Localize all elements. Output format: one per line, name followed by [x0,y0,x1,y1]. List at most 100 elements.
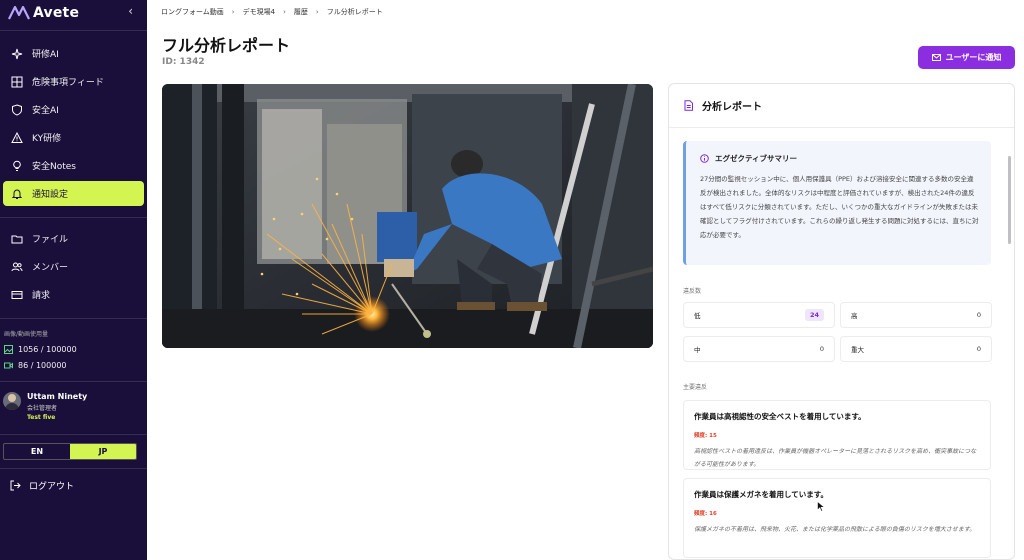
logout-icon [10,480,21,490]
mouse-cursor-icon [817,501,825,512]
sidebar-item-files[interactable]: ファイル [3,226,144,251]
sidebar-item-ky-training[interactable]: KY研修 [3,125,144,150]
folder-icon [11,235,23,243]
sidebar-item-label: 安全Notes [32,162,76,172]
sidebar-item-label: メンバー [32,263,69,273]
shield-icon [12,103,22,116]
nav-secondary: ファイル メンバー 請求 [0,222,147,314]
chevron-right-icon: › [283,8,286,16]
worker-grinding-image [162,84,653,348]
sidebar-item-notification-settings[interactable]: 通知設定 [3,181,144,206]
page-id: ID: 1342 [162,57,205,67]
collapse-sidebar-icon[interactable]: ‹ [128,4,133,18]
brand-name: Avete [33,5,80,21]
analysis-report-panel: 分析レポート エグゼクティブサマリー 27分間の監視セッション中に、個人用保護具… [668,83,1015,560]
main-content: ロングフォーム動画 › デモ現場4 › 履歴 › フル分析レポート フル分析レポ… [147,0,1024,560]
stat-critical: 重大 0 [840,336,992,362]
breadcrumb-item[interactable]: 履歴 [294,7,308,17]
stat-label: 重大 [851,346,864,354]
sidebar-item-members[interactable]: メンバー [3,254,144,279]
violation-description: 保護メガネの不着用は、飛来物、火花、または化学薬品の飛散による眼の負傷のリスクを… [694,526,976,533]
logout-label: ログアウト [29,481,75,492]
violation-frequency: 頻度: 16 [694,511,717,517]
stat-value: 24 [804,309,824,321]
stat-value: 0 [976,311,981,319]
mail-icon [931,54,941,61]
summary-title: エグゼクティブサマリー [715,154,798,163]
stat-value: 0 [976,345,981,353]
notify-users-label: ユーザーに通知 [945,53,1002,62]
user-profile[interactable]: Uttam Ninety 会社管理者 Test five [0,386,147,430]
sidebar-item-label: 請求 [32,291,51,301]
divider [0,318,147,319]
violation-card[interactable]: 作業員は高視認性の安全ベストを着用しています。 頻度: 15 高視認性ベストの着… [683,400,991,470]
divider [0,468,147,469]
sparkle-icon [11,48,23,59]
user-name: Uttam Ninety [27,392,88,401]
sidebar-item-hazard-feed[interactable]: 危険事項フィード [3,69,144,94]
warning-icon [11,131,23,143]
info-icon [700,154,709,163]
brand[interactable]: Avete [0,0,147,26]
grid-icon [11,76,23,87]
image-usage-value: 1056 / 100000 [18,344,77,354]
executive-summary: エグゼクティブサマリー 27分間の監視セッション中に、個人用保護具（PPE）およ… [683,141,991,265]
sidebar-item-label: ファイル [32,235,69,245]
main-violations-label: 主要違反 [683,384,708,391]
sidebar-item-billing[interactable]: 請求 [3,282,144,307]
language-toggle: EN JP [3,443,137,460]
document-icon [684,100,693,111]
divider [0,217,147,218]
users-icon [11,262,23,271]
user-org: Test five [27,414,56,421]
summary-text: 27分間の監視セッション中に、個人用保護具（PPE）および溶接安全に関連する多数… [700,175,979,239]
breadcrumb-item[interactable]: デモ現場4 [243,7,275,17]
sidebar-item-label: 危険事項フィード [32,78,104,88]
stat-low: 低 24 [683,302,835,328]
violation-title: 作業員は高視認性の安全ベストを着用しています。 [694,412,866,421]
sidebar-item-label: KY研修 [32,134,62,144]
sidebar-item-label: 安全AI [32,106,59,116]
summary-title-row: エグゼクティブサマリー [700,153,979,164]
violations-count-label: 違反数 [683,288,702,295]
nav: 研修AI 危険事項フィード 安全AI KY研修 安全Notes 通知設定 [0,35,147,213]
stat-medium: 中 0 [683,336,835,362]
stat-label: 中 [694,346,701,354]
user-role: 会社管理者 [27,405,58,412]
usage-title: 画像/動画使用量 [4,331,49,338]
panel-scrollbar[interactable] [1008,156,1011,244]
logout-button[interactable]: ログアウト [0,475,147,495]
chevron-right-icon: › [315,8,319,16]
sidebar-item-safety-notes[interactable]: 安全Notes [3,153,144,178]
card-icon [11,290,23,299]
violation-title: 作業員は保護メガネを着用しています。 [694,490,829,499]
video-usage: 86 / 100000 [0,357,147,373]
sidebar-item-label: 研修AI [32,50,59,60]
violation-description: 高視認性ベストの着用違反は、作業員が機器オペレーターに見落とされるリスクを高め、… [694,448,977,468]
breadcrumb-item[interactable]: ロングフォーム動画 [161,7,224,17]
divider [0,434,147,435]
notify-users-button[interactable]: ユーザーに通知 [918,46,1015,69]
avatar [3,392,21,410]
image-icon [4,344,13,354]
lightbulb-icon [13,160,21,171]
violation-card[interactable]: 作業員は保護メガネを着用しています。 頻度: 16 保護メガネの不着用は、飛来物… [683,478,991,558]
logo-icon [8,6,30,20]
violation-frequency: 頻度: 15 [694,433,717,439]
sidebar: Avete ‹ 研修AI 危険事項フィード 安全AI KY研修 安全Notes … [0,0,147,560]
stat-value: 0 [819,345,824,353]
lang-en-button[interactable]: EN [4,444,70,459]
breadcrumb-current: フル分析レポート [326,8,383,16]
sidebar-item-safety-ai[interactable]: 安全AI [3,97,144,122]
lang-jp-button[interactable]: JP [70,444,136,459]
panel-header: 分析レポート [669,84,1014,128]
stat-high: 高 0 [840,302,992,328]
bell-icon [11,188,23,199]
panel-title: 分析レポート [702,102,762,113]
image-usage: 1056 / 100000 [0,341,147,357]
sidebar-item-training-ai[interactable]: 研修AI [3,41,144,66]
video-usage-value: 86 / 100000 [18,360,67,370]
divider [0,381,147,382]
sidebar-item-label: 通知設定 [32,190,69,200]
video-icon [4,361,13,369]
